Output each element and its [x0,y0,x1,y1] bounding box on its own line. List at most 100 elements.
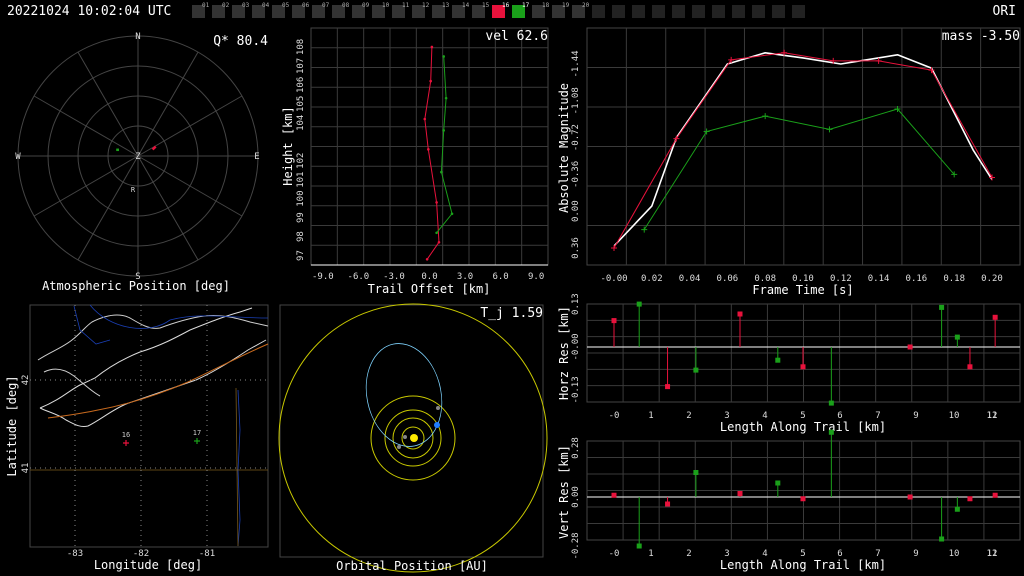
hres-xtick: 1 [648,411,653,421]
hres-red-point [967,364,973,370]
polar-north: N [135,32,140,42]
trail-red-point [437,240,441,244]
hres-ytick: -0.00 [571,333,581,360]
magnitude-green-line [643,108,955,230]
trail-ytick: 98 [296,231,306,242]
trail-green-point [444,96,448,100]
magnitude-ytick: -0.72 [571,124,581,151]
vertical-residuals-plot: -0 1 2 3 4 5 6 7 9 10 11120.280.00-0.28 Length Alo… [557,429,1021,572]
vres-red-point [737,491,743,496]
hres-series [611,301,998,406]
polar-spoke [33,155,139,217]
polar-radiant: R [131,186,136,194]
vres-green-point [636,543,642,549]
mass-readout: mass -3.50 [942,29,1020,44]
hres-green-point [954,334,960,340]
vres-green-point [954,506,960,512]
vres-xtick: 2 [686,549,691,559]
magnitude-ytick: 0.00 [571,200,581,222]
earth-icon [434,422,440,428]
hres-ytick: 0.13 [571,293,581,315]
polar-title: Atmospheric Position [deg] [42,279,230,293]
trail-green-point [435,231,438,235]
hres-ytick: -0.13 [571,376,581,403]
trail-ytick: 104 [296,115,306,131]
magnitude-ytick: -0.36 [571,161,581,188]
hres-red-point [611,318,617,324]
map-ylabel: Latitude [deg] [5,375,19,476]
trail-xtick: -9.0 [312,272,334,282]
planet-icon [436,406,440,410]
vres-grid [586,440,1021,541]
vres-xtick: 10 [949,549,960,559]
magnitude-xtick: 0.16 [906,274,928,284]
hres-red-point [992,314,998,320]
trail-ytick: 108 [296,39,306,55]
trail-ylabel: Height [km] [281,106,295,185]
vres-xtick: 12 [987,549,998,559]
polar-spoke [137,155,199,261]
trail-red-point [427,148,430,151]
polar-spoke [137,51,199,157]
trail-ytick: 105 [296,96,306,112]
magnitude-xtick: 0.02 [641,274,663,284]
dashboard: N S E W Z R Q* 80.4 Atmospheric Position… [5,27,1021,573]
magnitude-xlabel: Frame Time [s] [752,283,853,297]
tisserand-readout: T_j 1.59 [480,306,543,321]
trail-green-line [436,56,453,234]
trail-green-point [442,55,446,58]
magnitude-ytick: 0.36 [571,237,581,259]
trail-red-point [423,117,427,121]
hres-xtick: 12 [987,411,998,421]
hres-red-point [737,311,743,317]
hres-green-point [636,301,642,307]
trail-series [423,45,454,261]
magnitude-series [611,49,995,251]
station-label: 17 [193,429,201,437]
planet-icon [397,445,401,449]
magnitude-xtick: 0.14 [868,274,890,284]
trail-xtick: 0.0 [421,272,437,282]
polar-west: W [15,152,21,162]
vres-green-point [828,429,834,435]
magnitude-plot: -0.00 0.02 0.04 0.06 0.08 0.10 0.12 0.14 0.16 0.1… [557,27,1021,297]
hres-xtick: 2 [686,411,691,421]
polar-plot: N S E W Z R Q* 80.4 Atmospheric Position… [15,32,268,293]
trail-green-point [440,170,443,174]
magnitude-red-marker [611,245,617,251]
hres-xtick: 10 [949,411,960,421]
hres-red-point [800,364,806,370]
map-xtick: -83 [67,549,83,559]
vres-ytick: -0.28 [571,532,581,559]
sun-icon [410,434,418,442]
trail-velocity: vel 62.6 [485,29,548,44]
magnitude-ytick: -1.44 [571,50,581,77]
vres-red-point [967,496,973,502]
trail-red-point [430,45,434,49]
vres-ytick: 0.28 [571,437,581,459]
vres-green-point [939,536,945,542]
map-frame [29,304,269,548]
trail-ytick: 100 [296,191,306,207]
magnitude-ticks: -0.00 0.02 0.04 0.06 0.08 0.10 0.12 0.14 0.16 0.1… [571,50,1003,284]
hres-green-point [775,357,781,363]
vres-ytick: 0.00 [571,486,581,508]
vres-xtick: 9 [913,549,918,559]
vres-red-point [907,494,913,500]
polar-spoke [33,95,139,157]
magnitude-green-marker [762,113,769,120]
vres-xlabel: Length Along Trail [km] [720,558,886,572]
vres-green-point [775,480,781,486]
magnitude-green-marker [826,126,833,133]
hres-green-point [828,400,834,406]
magnitude-xtick: 0.04 [679,274,701,284]
hres-xtick: -0 [609,411,620,421]
trail-xtick: 3.0 [457,272,473,282]
magnitude-green-marker [641,226,648,233]
trail-green-point [450,212,454,216]
trail-red-point [425,258,429,261]
magnitude-red-marker [673,135,680,142]
vres-red-point [992,492,998,498]
hres-red-point [665,384,671,390]
polar-spoke [137,155,243,217]
